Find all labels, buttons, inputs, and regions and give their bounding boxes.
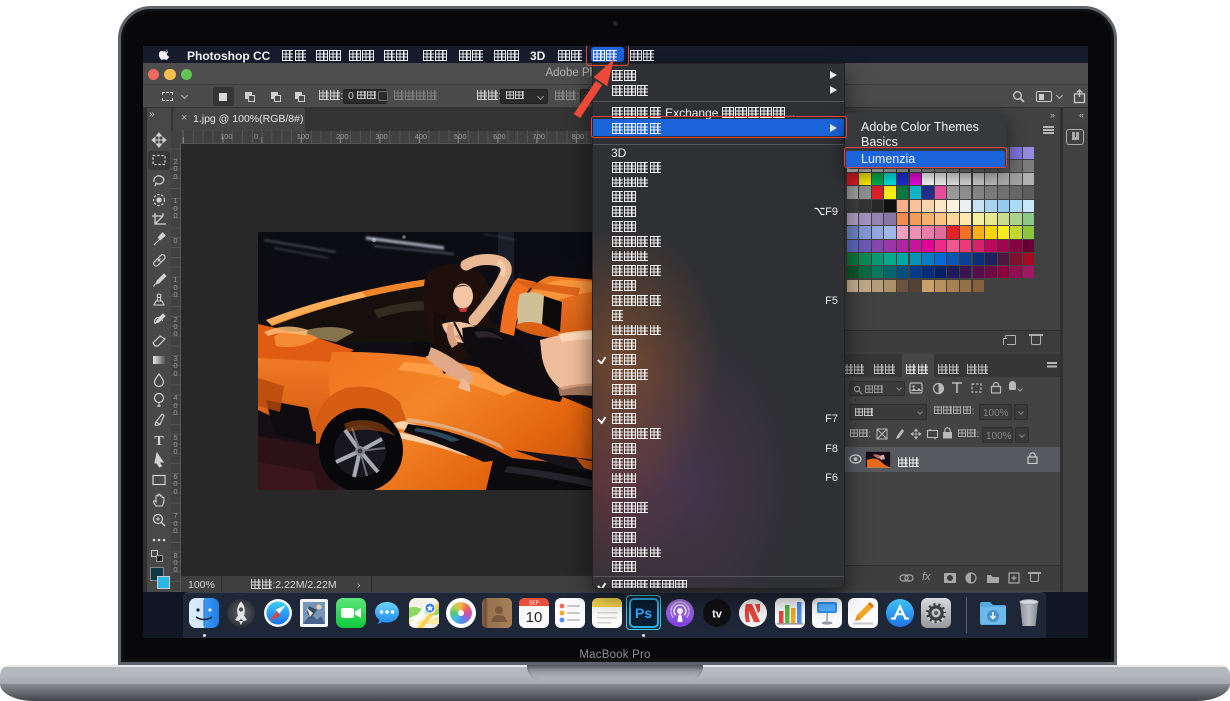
svg-text:SEP: SEP (529, 600, 540, 606)
svg-text:T: T (154, 434, 164, 448)
svg-text:tv: tv (712, 608, 723, 620)
svg-text:10: 10 (525, 609, 542, 626)
